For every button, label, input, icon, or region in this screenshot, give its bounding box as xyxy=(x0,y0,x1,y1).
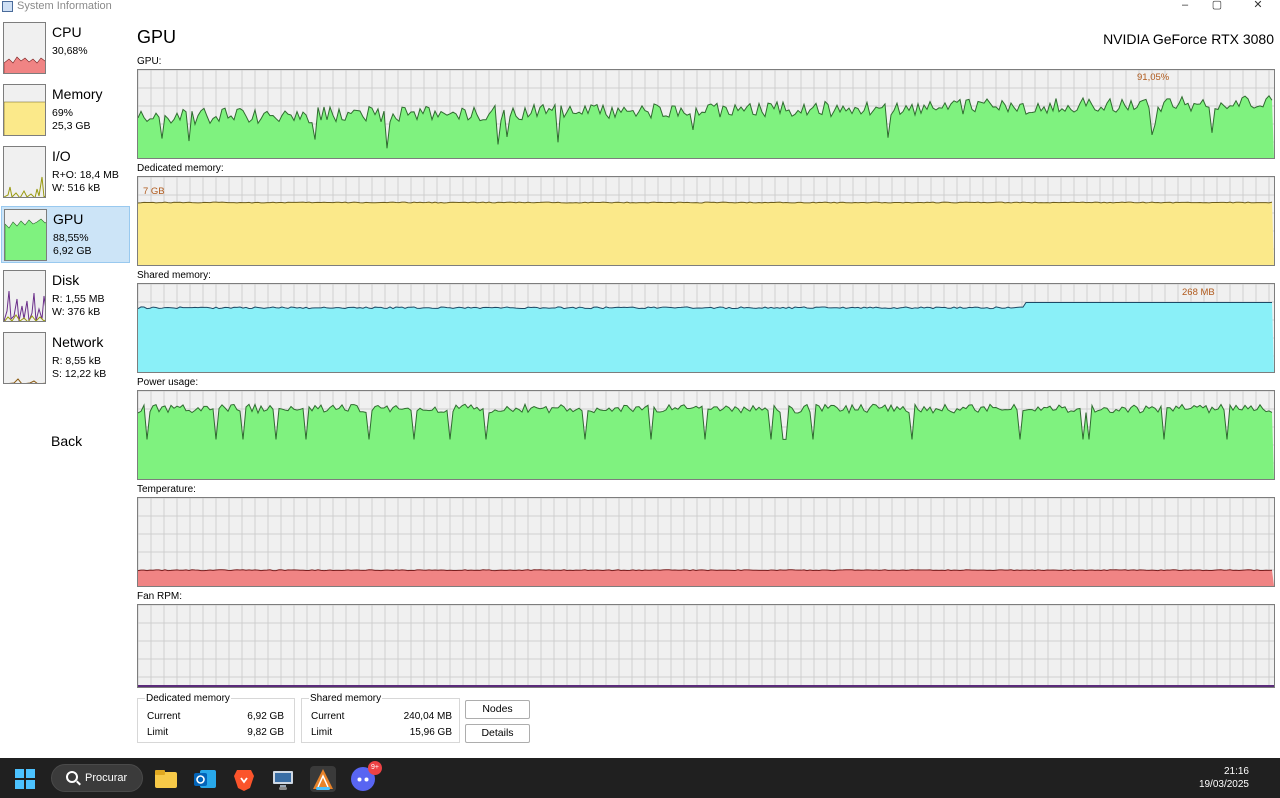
grid xyxy=(138,605,1274,687)
close-button[interactable]: ✕ xyxy=(1238,0,1278,12)
dedicated-memory-box-title: Dedicated memory xyxy=(145,693,231,704)
limit-label: Limit xyxy=(311,727,333,738)
dedicated-current-value: 6,92 GB xyxy=(247,711,284,722)
shared-memory-graph xyxy=(137,283,1275,373)
sidebar-item-value: W: 376 kB xyxy=(52,306,101,318)
cpu-thumbnail-graph xyxy=(3,22,46,74)
sidebar-item-memory[interactable]: Memory 69% 25,3 GB xyxy=(1,82,130,139)
fan-rpm-graph xyxy=(137,604,1275,688)
system-clock[interactable]: 21:16 19/03/2025 xyxy=(1199,765,1249,791)
series-area xyxy=(138,95,1274,158)
sidebar-item-label: Disk xyxy=(52,272,80,288)
search-label: Procurar xyxy=(85,772,128,784)
sidebar-item-value: R: 1,55 MB xyxy=(52,293,105,305)
gpu-thumbnail-graph xyxy=(4,209,47,261)
sidebar-item-label: CPU xyxy=(52,24,82,40)
shared-memory-box-title: Shared memory xyxy=(309,693,383,704)
app-icon xyxy=(2,1,13,12)
temperature-graph xyxy=(137,497,1275,587)
shared-current-value: 240,04 MB xyxy=(403,711,452,722)
limit-label: Limit xyxy=(147,727,169,738)
shared-memory-annotation: 268 MB xyxy=(1182,287,1215,298)
maximize-button[interactable]: ▢ xyxy=(1197,0,1237,12)
outlook-button[interactable] xyxy=(192,766,218,792)
folder-icon xyxy=(155,770,177,788)
sidebar-item-label: Network xyxy=(52,334,104,350)
temperature-label: Temperature: xyxy=(137,484,196,495)
sidebar-item-value: R+O: 18,4 MB xyxy=(52,169,119,181)
network-thumbnail-graph xyxy=(3,332,46,384)
page-title: GPU xyxy=(137,27,177,47)
file-explorer-button[interactable] xyxy=(153,766,179,792)
dedicated-memory-label: Dedicated memory: xyxy=(137,163,224,174)
clock-date: 19/03/2025 xyxy=(1198,779,1249,790)
series-area xyxy=(138,202,1274,265)
dedicated-memory-graph xyxy=(137,176,1275,266)
dedicated-memory-box: Dedicated memory Current 6,92 GB Limit 9… xyxy=(137,693,295,743)
nodes-button[interactable]: Nodes xyxy=(465,700,530,719)
sidebar-item-value: 30,68% xyxy=(52,45,88,57)
current-label: Current xyxy=(147,711,181,722)
dedicated-limit-value: 9,82 GB xyxy=(247,727,284,738)
taskbar-search-box[interactable]: Procurar xyxy=(51,764,143,792)
gpu-usage-graph xyxy=(137,69,1275,159)
search-icon xyxy=(66,771,78,783)
series-area xyxy=(138,569,1274,586)
sidebar-item-disk[interactable]: Disk R: 1,55 MB W: 376 kB xyxy=(1,268,130,325)
outlook-icon xyxy=(194,770,216,788)
clock-time: 21:16 xyxy=(1223,766,1249,777)
power-usage-graph xyxy=(137,390,1275,480)
disk-thumbnail-graph xyxy=(3,270,46,322)
notification-badge: 9+ xyxy=(368,761,382,775)
sidebar-item-value: 6,92 GB xyxy=(53,245,92,257)
brave-browser-button[interactable] xyxy=(231,766,257,792)
discord-button[interactable]: 9+ xyxy=(350,761,382,792)
sidebar-item-value: 88,55% xyxy=(53,232,89,244)
fan-rpm-label: Fan RPM: xyxy=(137,591,183,602)
sidebar-item-value: 69% xyxy=(52,107,74,119)
series-area xyxy=(138,302,1274,372)
current-label: Current xyxy=(311,711,345,722)
back-link[interactable]: Back xyxy=(51,433,82,449)
gpu-usage-peak-annotation: 91,05% xyxy=(1137,72,1170,83)
power-usage-label: Power usage: xyxy=(137,377,199,388)
shared-limit-value: 15,96 GB xyxy=(409,727,452,738)
io-thumbnail-graph xyxy=(3,146,46,198)
sidebar-item-value: R: 8,55 kB xyxy=(52,355,102,367)
start-button[interactable] xyxy=(12,766,38,792)
running-indicator xyxy=(279,787,287,790)
memory-thumbnail-graph xyxy=(3,84,46,136)
brave-lion-icon xyxy=(234,770,254,791)
remote-desktop-button[interactable] xyxy=(270,766,296,792)
sidebar-item-gpu[interactable]: GPU 88,55% 6,92 GB xyxy=(1,206,130,263)
sidebar-item-value: W: 516 kB xyxy=(52,182,101,194)
sidebar-item-label: GPU xyxy=(53,211,84,227)
sidebar-item-io[interactable]: I/O R+O: 18,4 MB W: 516 kB xyxy=(1,144,130,201)
dedicated-memory-annotation: 7 GB xyxy=(143,186,165,197)
taskbar: Procurar 9+ 21:16 19/03/2025 xyxy=(0,758,1280,798)
gpu-usage-label: GPU: xyxy=(137,56,162,67)
sidebar-item-cpu[interactable]: CPU 30,68% xyxy=(1,20,130,77)
shared-memory-box: Shared memory Current 240,04 MB Limit 15… xyxy=(301,693,460,743)
sidebar-item-value: S: 12,22 kB xyxy=(52,368,107,380)
sidebar-item-label: I/O xyxy=(52,148,71,164)
windows-logo-icon xyxy=(15,769,35,789)
gpu-model-name: NVIDIA GeForce RTX 3080 xyxy=(1103,31,1274,47)
sidebar-item-label: Memory xyxy=(52,86,103,102)
shared-memory-label: Shared memory: xyxy=(137,270,211,281)
sidebar-item-network[interactable]: Network R: 8,55 kB S: 12,22 kB xyxy=(1,330,130,387)
details-button[interactable]: Details xyxy=(465,724,530,743)
window-title: System Information xyxy=(17,0,112,12)
title-bar: System Information – ▢ ✕ xyxy=(0,0,1280,14)
active-running-indicator xyxy=(316,787,330,790)
system-information-taskbar-button[interactable] xyxy=(310,766,336,792)
sidebar-item-value: 25,3 GB xyxy=(52,120,91,132)
